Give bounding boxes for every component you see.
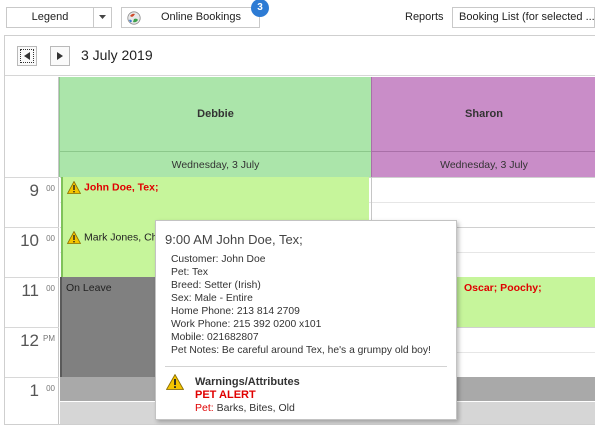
reports-label: Reports (405, 11, 444, 23)
hour-minutes: 00 (46, 184, 55, 193)
resource-header-sharon[interactable]: Sharon (371, 77, 595, 151)
hour-label: 11 00 (5, 277, 59, 327)
on-leave-label: On Leave (66, 282, 112, 294)
hour-label: 9 00 (5, 177, 59, 227)
hour-label: 10 00 (5, 227, 59, 277)
legend-dropdown-button[interactable] (93, 8, 111, 27)
hour-number: 1 (29, 381, 39, 400)
reports-dropdown[interactable]: Booking List (for selected ... (452, 7, 595, 28)
arrow-left-icon (24, 52, 30, 60)
arrow-right-icon (57, 52, 63, 60)
hour-minutes: 00 (46, 234, 55, 243)
appointment-title: John Doe, Tex; (84, 181, 159, 194)
next-day-button[interactable] (50, 46, 70, 66)
toolbar: Legend Online Bookings 3 Reports Booking… (0, 0, 595, 34)
tooltip-pet: Pet: Tex (171, 267, 209, 278)
tooltip-customer: Customer: John Doe (171, 254, 266, 265)
warning-icon (67, 181, 81, 194)
warnings-heading: Warnings/Attributes (195, 376, 300, 388)
resource-header-debbie[interactable]: Debbie (59, 77, 371, 151)
legend-dropdown[interactable]: Legend (6, 7, 112, 28)
time-ruler: 9 00 10 00 11 00 12 PM 1 00 (5, 177, 59, 424)
tooltip-sex: Sex: Male - Entire (171, 293, 253, 304)
online-bookings-button[interactable]: Online Bookings (121, 7, 260, 28)
hour-label: 12 PM (5, 327, 59, 377)
hour-number: 12 (20, 331, 39, 350)
appointment-title: Oscar; Poochy; (464, 282, 542, 294)
tooltip-home-phone: Home Phone: 213 814 2709 (171, 306, 300, 317)
previous-day-button[interactable] (17, 46, 37, 66)
warning-icon (166, 374, 184, 390)
bookings-count-badge: 3 (251, 0, 269, 17)
header-corner (5, 77, 59, 177)
chevron-down-icon (99, 15, 106, 19)
online-bookings-label: Online Bookings (160, 11, 242, 23)
appointment-title: Mark Jones, Ch (84, 231, 158, 244)
pet-attributes-key: Pet: (195, 402, 214, 414)
hour-minutes: PM (43, 334, 55, 343)
tooltip-work-phone: Work Phone: 215 392 0200 x101 (171, 319, 322, 330)
hour-number: 11 (21, 281, 39, 300)
day-header-debbie[interactable]: Wednesday, 3 July (59, 151, 371, 177)
hour-minutes: 00 (46, 284, 55, 293)
pet-alert-label: PET ALERT (195, 389, 256, 401)
date-navigator: 3 July 2019 (5, 36, 595, 76)
appointment-tooltip: 9:00 AM John Doe, Tex; Customer: John Do… (155, 220, 457, 420)
hour-number: 9 (29, 181, 39, 200)
day-header-sharon[interactable]: Wednesday, 3 July (371, 151, 595, 177)
legend-label: Legend (31, 11, 69, 23)
pet-attributes-value: Barks, Bites, Old (216, 402, 295, 414)
tooltip-breed: Breed: Setter (Irish) (171, 280, 261, 291)
tooltip-divider (165, 366, 447, 367)
pet-attributes: Pet: Barks, Bites, Old (195, 402, 295, 414)
tooltip-title: 9:00 AM John Doe, Tex; (165, 232, 303, 247)
current-date: 3 July 2019 (81, 47, 153, 63)
hour-minutes: 00 (46, 384, 55, 393)
warning-icon (67, 231, 81, 244)
tooltip-details: Customer: John Doe Pet: Tex Breed: Sette… (171, 253, 431, 357)
bookings-globe-icon (127, 11, 141, 25)
hour-label: 1 00 (5, 377, 59, 424)
tooltip-mobile: Mobile: 021682807 (171, 332, 259, 343)
tooltip-pet-notes: Pet Notes: Be careful around Tex, he's a… (171, 345, 431, 356)
hour-number: 10 (20, 231, 39, 250)
reports-value: Booking List (for selected ... (459, 11, 595, 23)
